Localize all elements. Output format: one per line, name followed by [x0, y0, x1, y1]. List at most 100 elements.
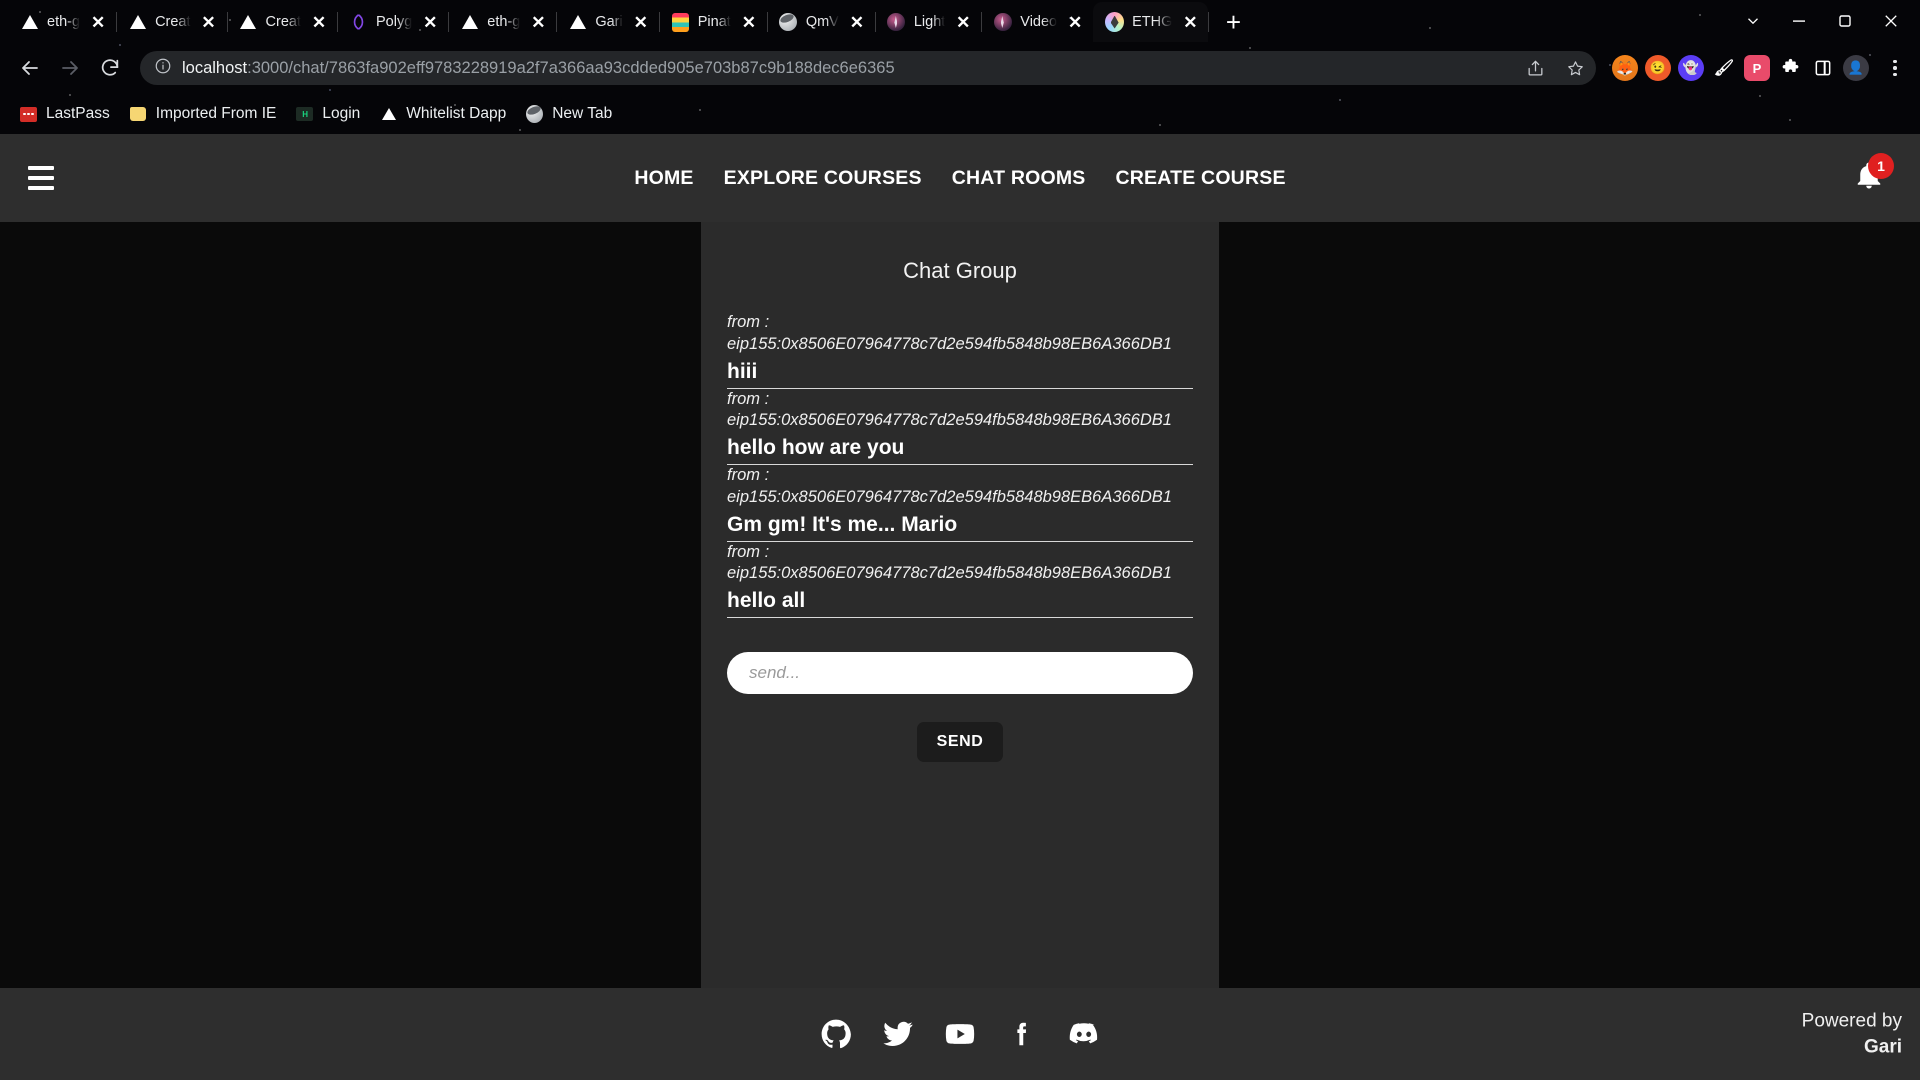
- phantom-p-extension-icon[interactable]: P: [1744, 55, 1770, 81]
- url-path: :3000/chat/7863fa902eff9783228919a2f7a36…: [247, 58, 895, 77]
- profile-avatar-icon[interactable]: 👤: [1843, 55, 1869, 81]
- bookmark-lastpass[interactable]: LastPass: [12, 100, 118, 128]
- back-arrow-icon[interactable]: [10, 48, 50, 88]
- tab-title: QmV: [805, 14, 839, 30]
- facebook-icon[interactable]: [1005, 1017, 1039, 1051]
- main-navigation: HOME EXPLORE COURSES CHAT ROOMS CREATE C…: [634, 167, 1285, 190]
- youtube-icon[interactable]: [943, 1017, 977, 1051]
- minimize-icon[interactable]: [1776, 1, 1822, 41]
- reload-icon[interactable]: [90, 48, 130, 88]
- browser-menu-icon[interactable]: [1880, 51, 1910, 85]
- powered-by-label: Powered by: [1801, 1010, 1902, 1032]
- sender-address: eip155:0x8506E07964778c7d2e594fb5848b98E…: [727, 334, 1172, 353]
- close-icon[interactable]: ✕: [631, 12, 651, 32]
- close-icon[interactable]: ✕: [1065, 12, 1085, 32]
- close-icon[interactable]: ✕: [309, 12, 329, 32]
- nav-link-create-course[interactable]: CREATE COURSE: [1115, 167, 1285, 190]
- bookmark-imported-from-ie[interactable]: Imported From IE: [122, 100, 285, 128]
- browser-toolbar: localhost:3000/chat/7863fa902eff97832289…: [0, 42, 1920, 94]
- bookmark-login[interactable]: H Login: [288, 100, 368, 128]
- browser-tab[interactable]: eth-g ✕: [8, 2, 118, 42]
- vercel-icon: [128, 13, 147, 32]
- maximize-icon[interactable]: [1822, 1, 1868, 41]
- tab-title: eth-g: [47, 14, 81, 30]
- metamask-extension-icon[interactable]: 🦊: [1612, 55, 1638, 81]
- browser-tab-active[interactable]: ETHG ✕: [1093, 2, 1210, 42]
- twitter-icon[interactable]: [881, 1017, 915, 1051]
- bookmark-new-tab[interactable]: New Tab: [518, 100, 620, 128]
- nav-link-chat-rooms[interactable]: CHAT ROOMS: [952, 167, 1086, 190]
- message-text: Gm gm! It's me... Mario: [727, 512, 958, 536]
- close-icon[interactable]: ✕: [88, 12, 108, 32]
- close-icon[interactable]: ✕: [420, 12, 440, 32]
- from-label: from :: [727, 466, 770, 485]
- tab-title: ETHG: [1132, 14, 1173, 30]
- lastpass-icon: [20, 106, 37, 123]
- ethereum-pink-icon: [993, 13, 1012, 32]
- nav-link-home[interactable]: HOME: [634, 167, 693, 190]
- message-input[interactable]: [727, 652, 1193, 695]
- close-icon[interactable]: ✕: [528, 12, 548, 32]
- tab-title: Creat: [265, 14, 301, 30]
- puzzle-extensions-icon[interactable]: [1777, 55, 1803, 81]
- ghost-extension-icon[interactable]: 👻: [1678, 55, 1704, 81]
- pen-extension-icon[interactable]: 🖌: [1711, 55, 1737, 81]
- github-icon[interactable]: [819, 1017, 853, 1051]
- url-text: localhost:3000/chat/7863fa902eff97832289…: [182, 59, 1510, 78]
- star-icon[interactable]: [1560, 53, 1590, 83]
- message-text: hiii: [727, 359, 758, 383]
- browser-tab[interactable]: Polyg ✕: [337, 2, 450, 42]
- bookmarks-bar: LastPass Imported From IE H Login Whitel…: [0, 94, 1920, 134]
- close-icon[interactable]: [1868, 1, 1914, 41]
- browser-window: eth-g ✕ Creat ✕ Creat ✕ Polyg ✕ eth-g ✕ …: [0, 0, 1920, 1080]
- vercel-icon: [568, 13, 587, 32]
- browser-tab[interactable]: Video ✕: [981, 2, 1094, 42]
- share-icon[interactable]: [1520, 53, 1550, 83]
- tab-title: Creat: [155, 14, 191, 30]
- orange-avatar-extension-icon[interactable]: 😉: [1645, 55, 1671, 81]
- extensions-area: 🦊 😉 👻 🖌 P 👤: [1606, 51, 1910, 85]
- hamburger-menu-icon[interactable]: [28, 166, 62, 190]
- browser-tab[interactable]: Light ✕: [875, 2, 983, 42]
- send-button[interactable]: SEND: [916, 722, 1004, 763]
- url-host: localhost: [182, 58, 248, 77]
- browser-tab[interactable]: Pinat ✕: [659, 2, 768, 42]
- window-controls: [1730, 0, 1920, 42]
- side-panel-icon[interactable]: [1810, 55, 1836, 81]
- vercel-icon: [239, 13, 258, 32]
- bookmark-label: New Tab: [552, 105, 613, 122]
- close-icon[interactable]: ✕: [199, 12, 219, 32]
- address-bar[interactable]: localhost:3000/chat/7863fa902eff97832289…: [140, 51, 1596, 85]
- tab-strip: eth-g ✕ Creat ✕ Creat ✕ Polyg ✕ eth-g ✕ …: [0, 0, 1920, 42]
- browser-tab[interactable]: Creat ✕: [116, 2, 229, 42]
- browser-tab[interactable]: QmV ✕: [767, 2, 876, 42]
- message-text: hello how are you: [727, 436, 905, 460]
- sender-address: eip155:0x8506E07964778c7d2e594fb5848b98E…: [727, 487, 1172, 506]
- sender-address: eip155:0x8506E07964778c7d2e594fb5848b98E…: [727, 411, 1172, 430]
- browser-tab[interactable]: Creat ✕: [227, 2, 339, 42]
- notifications-button[interactable]: 1: [1846, 153, 1894, 201]
- close-icon[interactable]: ✕: [847, 12, 867, 32]
- browser-tab[interactable]: Gari ✕: [556, 2, 661, 42]
- ethglobe-icon: [1105, 12, 1125, 32]
- tab-search-icon[interactable]: [1730, 1, 1776, 41]
- bookmark-whitelist-dapp[interactable]: Whitelist Dapp: [372, 100, 514, 128]
- tab-title: Video: [1020, 14, 1058, 30]
- info-circle-icon[interactable]: [154, 57, 172, 80]
- bookmark-label: Login: [322, 105, 361, 122]
- ethereum-pink-icon: [887, 13, 906, 32]
- bookmark-label: LastPass: [46, 105, 110, 122]
- browser-tab[interactable]: eth-g ✕: [448, 2, 558, 42]
- discord-icon[interactable]: [1067, 1017, 1101, 1051]
- vercel-icon: [460, 13, 479, 32]
- close-icon[interactable]: ✕: [953, 12, 973, 32]
- message-from: from : eip155:0x8506E07964778c7d2e594fb5…: [727, 312, 1193, 356]
- close-icon[interactable]: ✕: [739, 12, 759, 32]
- forward-arrow-icon[interactable]: [50, 48, 90, 88]
- new-tab-button[interactable]: +: [1216, 5, 1250, 39]
- close-icon[interactable]: ✕: [1180, 12, 1200, 32]
- chat-message: from : eip155:0x8506E07964778c7d2e594fb5…: [727, 465, 1193, 542]
- message-from: from : eip155:0x8506E07964778c7d2e594fb5…: [727, 465, 1193, 509]
- nav-link-explore-courses[interactable]: EXPLORE COURSES: [724, 167, 922, 190]
- tab-title: Pinat: [697, 14, 731, 30]
